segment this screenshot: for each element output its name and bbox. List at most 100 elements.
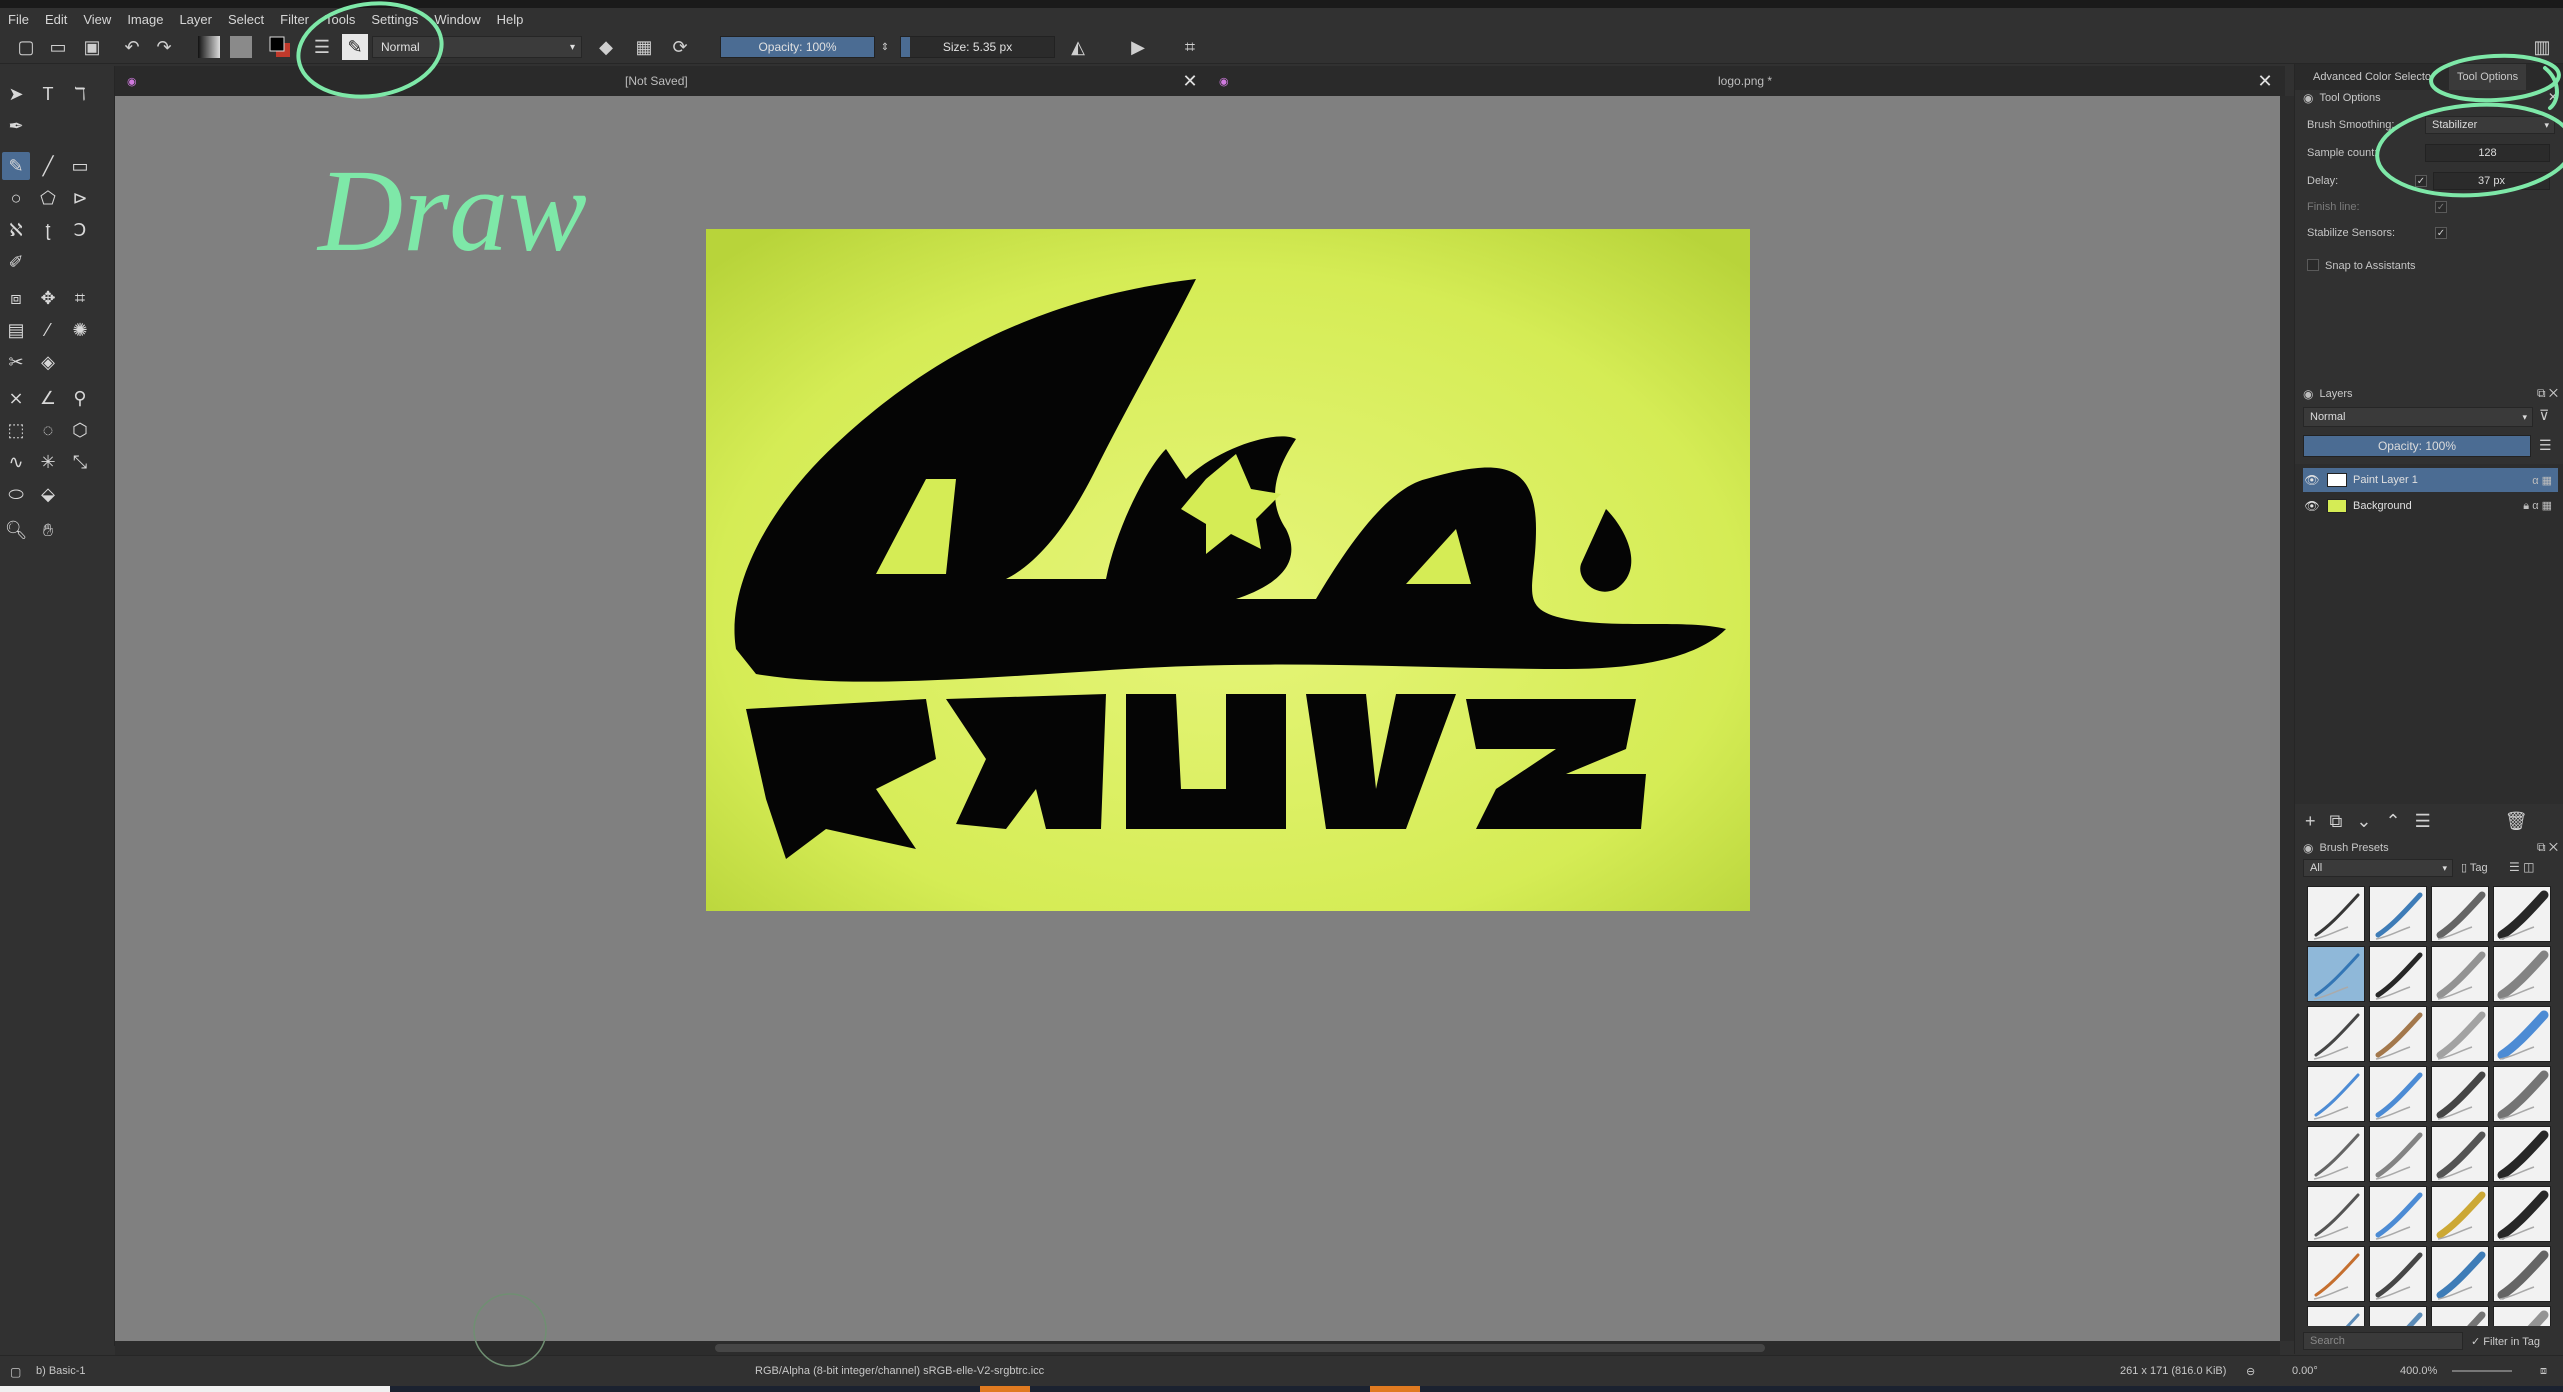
fill-tool-icon[interactable]: ◈: [34, 348, 62, 376]
brush-preset[interactable]: [2369, 1186, 2427, 1242]
menu-settings[interactable]: Settings: [371, 12, 418, 27]
brush-preset[interactable]: [2369, 886, 2427, 942]
dynamic-brush-icon[interactable]: Ↄ: [66, 216, 94, 244]
move-tool-icon[interactable]: ✥: [34, 284, 62, 312]
brush-preset[interactable]: [2307, 1186, 2365, 1242]
view-options-icon[interactable]: ☰ ◫: [2509, 860, 2534, 874]
brush-preset[interactable]: [2431, 1186, 2489, 1242]
line-tool-icon[interactable]: ╱: [34, 152, 62, 180]
brush-preset[interactable]: [2307, 1306, 2365, 1326]
menu-file[interactable]: File: [8, 12, 29, 27]
brush-preset[interactable]: [2493, 886, 2551, 942]
brush-preset[interactable]: [2369, 1006, 2427, 1062]
taskbar-item[interactable]: [980, 1386, 1030, 1392]
brush-preset[interactable]: [2431, 1246, 2489, 1302]
snap-assistants-checkbox[interactable]: [2307, 259, 2319, 271]
polygon-tool-icon[interactable]: ⬠: [34, 184, 62, 212]
calligraphy-icon[interactable]: ✒: [2, 112, 30, 140]
reference-pin-icon[interactable]: ⚲: [66, 384, 94, 412]
menu-image[interactable]: Image: [127, 12, 163, 27]
layer-options-icon[interactable]: ☰: [2539, 437, 2552, 454]
sample-count-slider[interactable]: 128: [2425, 144, 2550, 162]
assistant-tool-icon[interactable]: ⨯: [2, 384, 30, 412]
ellipse-select-icon[interactable]: ◌: [34, 416, 62, 444]
gradient-swatch[interactable]: [198, 36, 220, 58]
taskbar-item[interactable]: [1370, 1386, 1420, 1392]
menu-edit[interactable]: Edit: [45, 12, 67, 27]
mirror-vertical-icon[interactable]: ▶: [1126, 35, 1150, 59]
eraser-mode-icon[interactable]: ◆: [594, 35, 618, 59]
smart-patch-icon[interactable]: ✺: [66, 316, 94, 344]
bezier-tool-icon[interactable]: ℵ: [2, 216, 30, 244]
rotate-icon[interactable]: ⊖: [2246, 1365, 2255, 1378]
crop-tool-icon[interactable]: ⌗: [66, 284, 94, 312]
brush-settings-icon[interactable]: ☰: [310, 35, 334, 59]
canvas-area[interactable]: [115, 96, 2280, 1341]
crop-icon[interactable]: ⌗: [1178, 35, 1202, 59]
new-document-icon[interactable]: ▢: [14, 35, 38, 59]
brush-preset[interactable]: [2307, 886, 2365, 942]
eye-icon[interactable]: 👁︎: [2303, 499, 2321, 513]
document-image[interactable]: [706, 229, 1750, 911]
text-tool-icon[interactable]: T: [34, 80, 62, 108]
open-document-icon[interactable]: ▭: [46, 35, 70, 59]
brush-preset[interactable]: [2493, 1126, 2551, 1182]
taskbar-item[interactable]: [0, 1386, 390, 1392]
stabilize-sensors-checkbox[interactable]: ✓: [2435, 227, 2447, 239]
bezier-select-icon[interactable]: ⬭: [2, 480, 30, 508]
undo-icon[interactable]: ↶: [120, 35, 144, 59]
brush-preset[interactable]: [2431, 1306, 2489, 1326]
close-icon[interactable]: ✕: [1180, 71, 1200, 91]
opacity-spin-icon[interactable]: ⇕: [878, 35, 892, 59]
brush-preset[interactable]: [2431, 946, 2489, 1002]
colorize-mask-icon[interactable]: ✂: [2, 348, 30, 376]
polyline-tool-icon[interactable]: ⊳: [66, 184, 94, 212]
freehand-path-icon[interactable]: ʈ: [34, 216, 62, 244]
brush-preset[interactable]: [2431, 886, 2489, 942]
brush-preset[interactable]: [2369, 1066, 2427, 1122]
tag-button[interactable]: ▯ Tag: [2461, 861, 2488, 874]
menu-window[interactable]: Window: [434, 12, 480, 27]
fit-icon[interactable]: ⧈: [2540, 1365, 2547, 1378]
brush-preset[interactable]: [2307, 1246, 2365, 1302]
multibrush-icon[interactable]: ✐: [2, 248, 30, 276]
tab-tool-options[interactable]: Tool Options: [2449, 64, 2527, 90]
save-icon[interactable]: ▣: [80, 35, 104, 59]
contiguous-select-icon[interactable]: ✳: [34, 448, 62, 476]
brush-preset[interactable]: [2307, 1066, 2365, 1122]
brush-preset[interactable]: [2307, 946, 2365, 1002]
brush-preset[interactable]: [2493, 946, 2551, 1002]
fg-bg-color-icon[interactable]: [268, 35, 292, 59]
brush-preset[interactable]: [2493, 1246, 2551, 1302]
brush-preset[interactable]: [2369, 1126, 2427, 1182]
reload-preset-icon[interactable]: ⟳: [668, 35, 692, 59]
duplicate-layer-icon[interactable]: ⧉: [2330, 811, 2343, 832]
float-close-icon[interactable]: ⧉ ✕: [2537, 840, 2558, 855]
freehand-select-icon[interactable]: ∿: [2, 448, 30, 476]
magnetic-select-icon[interactable]: ⬙: [34, 480, 62, 508]
pan-tool-icon[interactable]: ✋︎: [34, 516, 62, 544]
freehand-brush-icon[interactable]: ✎: [2, 152, 30, 180]
menu-select[interactable]: Select: [228, 12, 264, 27]
edit-shapes-icon[interactable]: ℸ: [66, 80, 94, 108]
delay-slider[interactable]: 37 px: [2433, 172, 2550, 190]
filter-icon[interactable]: ⊽: [2539, 407, 2549, 424]
move-layer-up-icon[interactable]: ⌃: [2385, 811, 2400, 832]
select-shapes-icon[interactable]: ➤: [2, 80, 30, 108]
color-picker-icon[interactable]: ⁄: [34, 316, 62, 344]
brush-preset-icon[interactable]: ✎: [342, 34, 368, 60]
layers-opacity-slider[interactable]: Opacity: 100%: [2303, 435, 2531, 457]
brush-preset[interactable]: [2307, 1126, 2365, 1182]
brush-preset[interactable]: [2431, 1126, 2489, 1182]
close-icon[interactable]: ✕: [2548, 90, 2558, 104]
measure-tool-icon[interactable]: ∠: [34, 384, 62, 412]
add-layer-icon[interactable]: +: [2305, 811, 2316, 832]
delay-checkbox[interactable]: ✓: [2415, 175, 2427, 187]
layer-row[interactable]: 👁︎ Background 🔒︎ α ▦: [2303, 494, 2558, 518]
layer-properties-icon[interactable]: ☰: [2415, 811, 2431, 832]
layer-row[interactable]: 👁︎ Paint Layer 1 α ▦: [2303, 468, 2558, 492]
zoom-slider[interactable]: [2452, 1370, 2512, 1372]
similar-select-icon[interactable]: ⤡: [66, 448, 94, 476]
zoom-tool-icon[interactable]: 🔍︎: [2, 516, 30, 544]
brush-preset[interactable]: [2493, 1306, 2551, 1326]
